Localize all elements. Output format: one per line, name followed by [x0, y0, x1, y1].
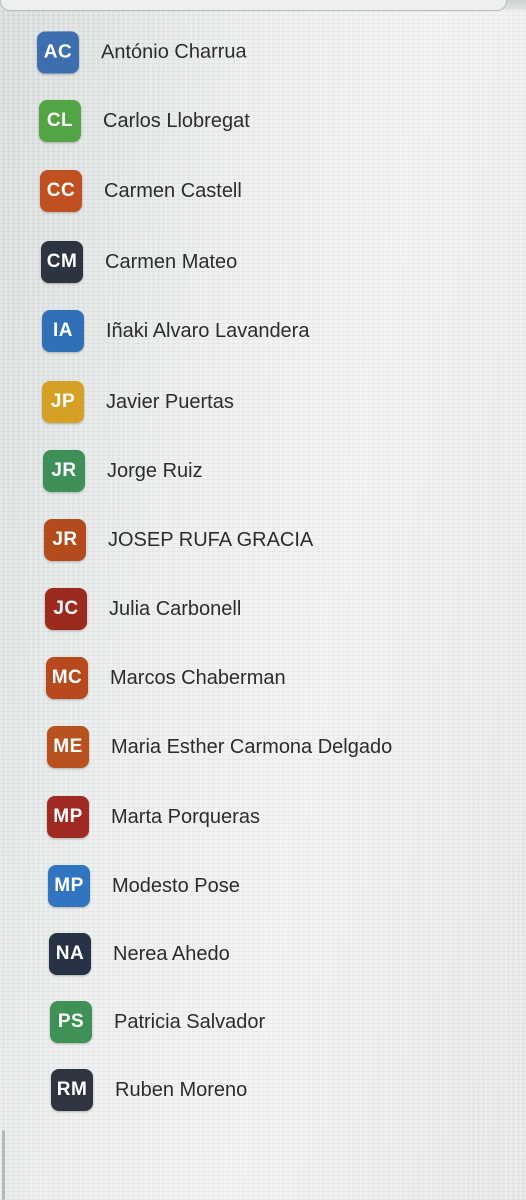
contact-item[interactable]: MC Marcos Chaberman: [46, 654, 286, 702]
avatar: MC: [46, 657, 88, 699]
contact-item[interactable]: AC António Charrua: [36, 27, 247, 76]
avatar: JC: [45, 588, 87, 630]
contact-item[interactable]: IA Iñaki Alvaro Lavandera: [42, 307, 309, 355]
contact-item[interactable]: CC Carmen Castell: [40, 167, 242, 215]
avatar: RM: [51, 1069, 93, 1111]
contact-item[interactable]: JP Javier Puertas: [42, 378, 234, 426]
avatar: PS: [50, 1001, 92, 1043]
contact-name: Marta Porqueras: [111, 805, 260, 828]
contact-name: Iñaki Alvaro Lavandera: [106, 319, 310, 342]
contact-name: Carmen Castell: [104, 179, 242, 202]
contact-name: Julia Carbonell: [109, 597, 242, 620]
avatar: CC: [40, 170, 82, 212]
contact-item[interactable]: JR Jorge Ruiz: [43, 447, 203, 495]
avatar: JR: [43, 450, 85, 492]
contact-name: Ruben Moreno: [115, 1078, 248, 1101]
contact-name: Marcos Chaberman: [110, 666, 286, 689]
contact-item[interactable]: MP Modesto Pose: [48, 862, 240, 910]
contact-item[interactable]: JR JOSEP RUFA GRACIA: [44, 516, 313, 564]
contact-item[interactable]: NA Nerea Ahedo: [49, 930, 230, 978]
contact-item[interactable]: PS Patricia Salvador: [50, 998, 265, 1046]
contact-name: Carmen Mateo: [105, 250, 238, 273]
contact-name: Javier Puertas: [106, 390, 234, 413]
contact-name: JOSEP RUFA GRACIA: [108, 528, 314, 551]
avatar: ME: [47, 726, 89, 768]
contact-item[interactable]: CM Carmen Mateo: [41, 238, 237, 286]
contact-name: Patricia Salvador: [114, 1010, 266, 1033]
avatar: AC: [36, 31, 80, 74]
avatar: MP: [47, 796, 89, 838]
avatar: CM: [41, 241, 83, 283]
avatar: CL: [39, 100, 81, 142]
avatar: JP: [42, 381, 84, 423]
contact-name: Jorge Ruiz: [107, 459, 203, 482]
contact-name: Maria Esther Carmona Delgado: [111, 735, 393, 758]
contact-item[interactable]: RM Ruben Moreno: [51, 1066, 247, 1114]
contact-item[interactable]: ME Maria Esther Carmona Delgado: [47, 723, 392, 771]
contact-item[interactable]: CL Carlos Llobregat: [39, 97, 250, 145]
contact-name: Carlos Llobregat: [103, 109, 250, 132]
avatar: JR: [44, 519, 86, 561]
avatar: IA: [42, 310, 84, 352]
contact-name: Modesto Pose: [112, 874, 240, 897]
contact-item[interactable]: MP Marta Porqueras: [47, 793, 260, 841]
contact-list: AC António Charrua CL Carlos Llobregat C…: [0, 0, 526, 1200]
contact-item[interactable]: JC Julia Carbonell: [45, 585, 241, 633]
contact-name: António Charrua: [100, 39, 247, 63]
contact-name: Nerea Ahedo: [113, 942, 230, 965]
avatar: NA: [49, 933, 91, 975]
avatar: MP: [48, 865, 90, 907]
